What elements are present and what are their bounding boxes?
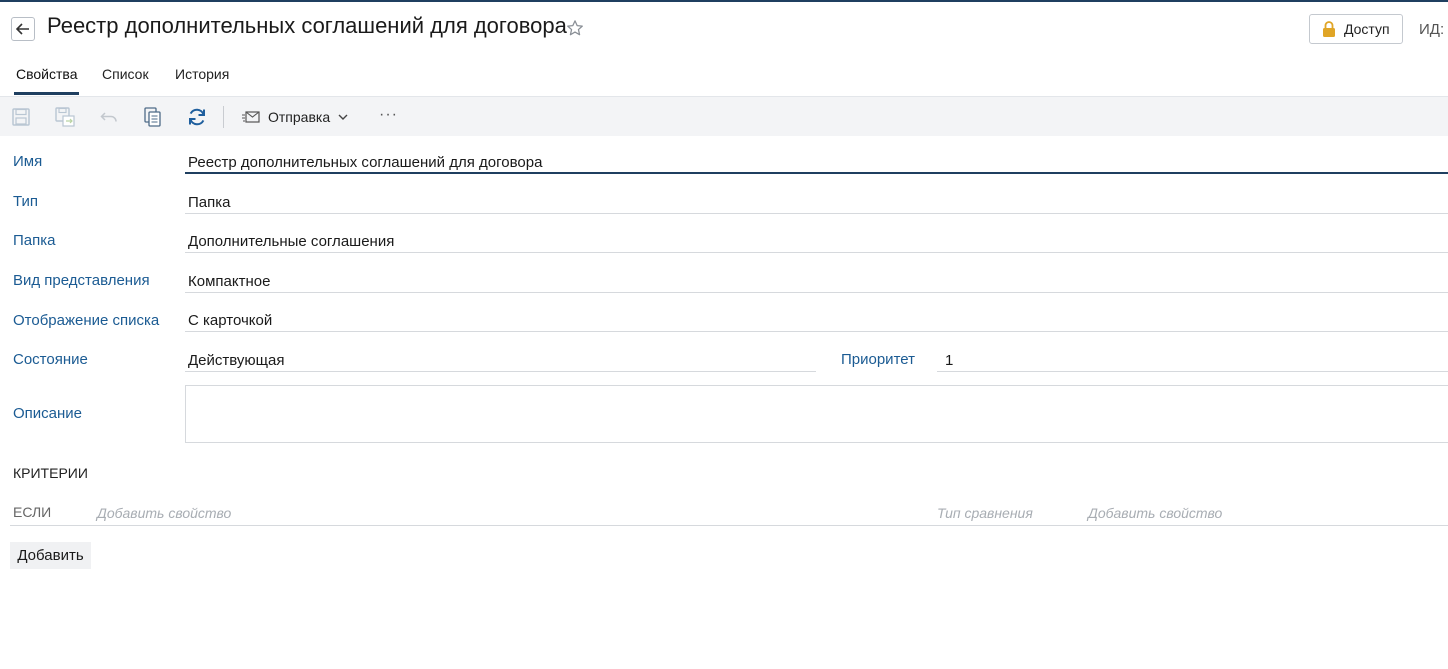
save-and-close-icon[interactable] <box>55 107 75 127</box>
priority-field-underline <box>937 371 1448 372</box>
arrow-left-icon <box>16 23 29 35</box>
access-button-label: Доступ <box>1344 21 1390 37</box>
view-field[interactable]: Компактное <box>188 273 270 290</box>
active-tab-indicator <box>14 92 79 95</box>
type-field-underline <box>185 213 1448 214</box>
type-label: Тип <box>13 193 39 210</box>
copy-icon[interactable] <box>143 107 163 127</box>
id-label: ИД: <box>1419 21 1445 38</box>
favorite-star-icon[interactable] <box>566 19 584 42</box>
undo-icon[interactable] <box>99 107 119 127</box>
state-label: Состояние <box>13 351 88 368</box>
send-dropdown[interactable]: Отправка <box>242 97 348 136</box>
send-dropdown-label: Отправка <box>268 108 331 125</box>
page-title: Реестр дополнительных соглашений для дог… <box>47 13 567 38</box>
tab-list[interactable]: Список <box>102 66 149 82</box>
save-icon[interactable] <box>11 107 31 127</box>
name-field-underline <box>185 172 1448 174</box>
refresh-icon[interactable] <box>187 107 207 127</box>
tab-properties[interactable]: Свойства <box>16 66 77 82</box>
add-value-property-field[interactable]: Добавить свойство <box>1088 505 1222 521</box>
back-button[interactable] <box>11 17 35 41</box>
toolbar-separator <box>223 106 224 128</box>
comparison-type-field[interactable]: Тип сравнения <box>937 505 1033 521</box>
state-field-underline <box>185 371 816 372</box>
add-criterion-button[interactable]: Добавить <box>10 542 91 569</box>
priority-field[interactable]: 1 <box>945 352 953 369</box>
toolbar: Отправка ··· <box>0 97 1448 136</box>
name-label: Имя <box>13 153 43 170</box>
lock-icon <box>1323 20 1335 37</box>
description-label: Описание <box>13 405 83 422</box>
chevron-down-icon <box>338 114 348 120</box>
criteria-section-title: КРИТЕРИИ <box>13 465 88 481</box>
folder-field[interactable]: Дополнительные соглашения <box>188 233 394 250</box>
priority-label: Приоритет <box>841 351 915 368</box>
condition-divider <box>10 525 1448 526</box>
send-icon <box>242 110 260 123</box>
name-field[interactable]: Реестр дополнительных соглашений для дог… <box>188 154 542 171</box>
state-field[interactable]: Действующая <box>188 352 284 369</box>
more-actions-icon[interactable]: ··· <box>379 106 398 124</box>
add-property-field[interactable]: Добавить свойство <box>97 505 231 521</box>
condition-if-label: ЕСЛИ <box>13 504 52 520</box>
type-field[interactable]: Папка <box>188 194 230 211</box>
view-label: Вид представления <box>13 272 150 289</box>
tab-history[interactable]: История <box>175 66 229 82</box>
view-field-underline <box>185 292 1448 293</box>
folder-field-underline <box>185 252 1448 253</box>
description-field[interactable] <box>185 385 1448 443</box>
access-button[interactable]: Доступ <box>1309 14 1403 44</box>
list-display-field-underline <box>185 331 1448 332</box>
list-display-field[interactable]: С карточкой <box>188 312 272 329</box>
list-display-label: Отображение списка <box>13 312 160 329</box>
folder-label: Папка <box>13 232 56 249</box>
top-accent-line <box>0 0 1448 2</box>
